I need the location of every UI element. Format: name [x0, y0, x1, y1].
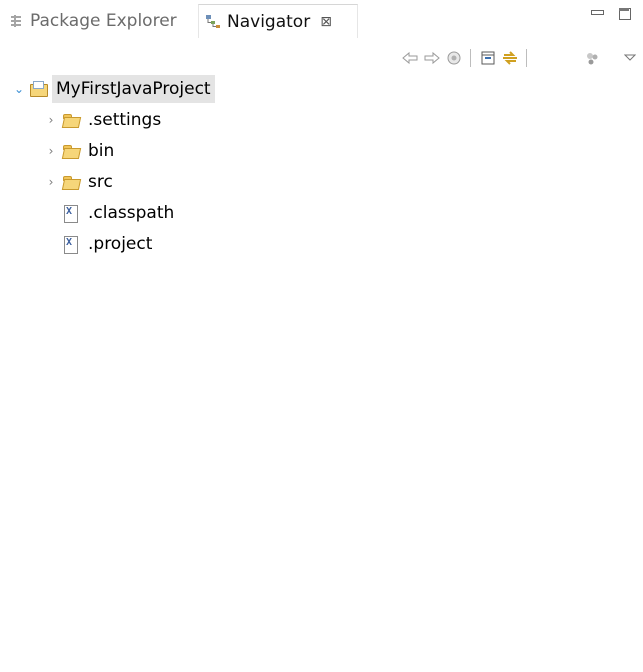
collapse-chevron-icon[interactable]: › [44, 144, 58, 158]
xml-file-icon [62, 236, 80, 254]
xml-file-icon [62, 205, 80, 223]
tab-package-explorer[interactable]: Package Explorer [8, 4, 177, 38]
maximize-icon[interactable] [615, 4, 633, 22]
minimize-icon[interactable] [588, 4, 606, 22]
tree-item-file[interactable]: .project [58, 229, 156, 259]
tree-item-label: src [88, 172, 113, 192]
expand-chevron-icon[interactable]: ⌄ [12, 82, 26, 96]
toolbar-separator [526, 49, 527, 67]
tree-item-project[interactable]: ⌄ MyFirstJavaProject [12, 74, 215, 104]
tree-item-folder[interactable]: › bin [44, 136, 118, 166]
tab-label: Navigator [227, 11, 311, 32]
close-icon[interactable]: ⊠ [320, 14, 332, 30]
tree-item-label: .project [88, 234, 153, 254]
tree-item-label: .settings [88, 110, 162, 130]
view-menu-chevron-icon[interactable] [620, 48, 640, 68]
filters-icon[interactable] [582, 48, 602, 68]
link-with-editor-icon[interactable] [500, 48, 520, 68]
view-toolbar [400, 46, 643, 70]
tree-item-folder[interactable]: › .settings [44, 105, 165, 135]
tree-item-label: MyFirstJavaProject [52, 75, 215, 103]
package-explorer-icon [8, 13, 24, 29]
back-arrow-icon[interactable] [400, 48, 420, 68]
collapse-all-icon[interactable] [478, 48, 498, 68]
open-project-icon [30, 81, 48, 97]
tree-item-label: .classpath [88, 203, 175, 223]
go-into-icon[interactable] [444, 48, 464, 68]
folder-icon [62, 143, 80, 159]
navigator-icon [205, 14, 221, 30]
folder-icon [62, 174, 80, 190]
toolbar-separator [470, 49, 471, 67]
tab-navigator[interactable]: Navigator ⊠ [198, 4, 358, 38]
view-tab-bar: Package Explorer Navigator ⊠ [0, 0, 643, 40]
tab-label: Package Explorer [30, 11, 177, 31]
collapse-chevron-icon[interactable]: › [44, 175, 58, 189]
forward-arrow-icon[interactable] [422, 48, 442, 68]
tree-item-label: bin [88, 141, 115, 161]
tree-item-folder[interactable]: › src [44, 167, 117, 197]
folder-icon [62, 112, 80, 128]
collapse-chevron-icon[interactable]: › [44, 113, 58, 127]
tree-item-file[interactable]: .classpath [58, 198, 178, 228]
